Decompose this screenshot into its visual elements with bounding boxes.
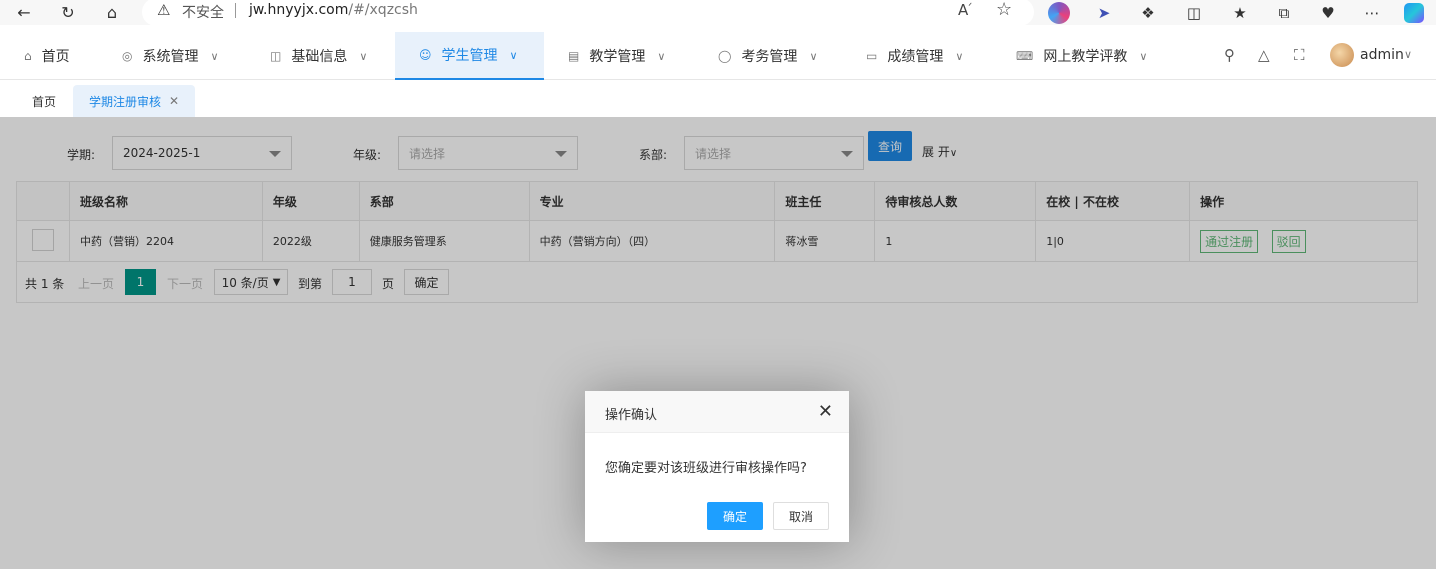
dialog-message: 您确定要对该班级进行审核操作吗?: [605, 461, 807, 476]
refresh-icon[interactable]: ↻: [56, 1, 80, 23]
browser-toolbar: ← ↻ ⌂ ⚠ 不安全 jw.hnyyjx.com/#/xqzcsh Aᐟ ☆ …: [0, 0, 1436, 26]
theme-shirt-icon[interactable]: △: [1258, 46, 1270, 64]
monitor-icon: ▭: [866, 49, 878, 63]
settings-icon: ◎: [122, 49, 133, 63]
dialog-title: 操作确认: [605, 408, 658, 423]
nav-item-evaluation[interactable]: ⌨ 网上教学评教 ∨: [1008, 32, 1155, 80]
nav-item-basic-info[interactable]: ◫ 基础信息 ∨: [262, 32, 375, 80]
circle-icon: ◯: [718, 49, 732, 63]
chevron-down-icon: ∨: [1139, 49, 1148, 63]
cancel-button[interactable]: 取消: [773, 502, 829, 530]
extension-bird-icon[interactable]: ➤: [1092, 1, 1116, 25]
nav-item-teaching[interactable]: ▤ 教学管理 ∨: [560, 32, 673, 80]
insecure-label: 不安全: [182, 5, 224, 21]
tab-label: 学期注册审核: [89, 94, 162, 109]
tab-home[interactable]: 首页: [16, 85, 72, 117]
address-separator: [235, 3, 236, 18]
fullscreen-icon[interactable]: ⛶: [1294, 46, 1305, 64]
nav-item-label: 考务管理: [741, 49, 798, 65]
home-icon[interactable]: ⌂: [100, 1, 124, 23]
home-icon: ⌂: [24, 49, 32, 63]
user-icon: ☺: [419, 48, 432, 62]
avatar[interactable]: [1330, 43, 1354, 67]
nav-item-label: 系统管理: [142, 49, 199, 65]
address-bar[interactable]: ⚠ 不安全 jw.hnyyjx.com/#/xqzcsh Aᐟ ☆: [142, 0, 1034, 26]
nav-item-grades[interactable]: ▭ 成绩管理 ∨: [858, 32, 971, 80]
url-path: /#/xqzcsh: [348, 2, 418, 18]
copilot-icon[interactable]: [1402, 1, 1426, 25]
nav-item-label: 网上教学评教: [1043, 49, 1128, 65]
chevron-down-icon: ∨: [657, 49, 666, 63]
split-screen-icon[interactable]: ◫: [1182, 1, 1206, 25]
nav-item-label: 教学管理: [589, 49, 646, 65]
chevron-down-icon[interactable]: ∨: [1404, 48, 1412, 61]
template-icon: ▤: [568, 49, 580, 63]
layout-icon: ◫: [270, 49, 282, 63]
user-name[interactable]: admin: [1360, 47, 1404, 63]
nav-item-exam[interactable]: ◯ 考务管理 ∨: [710, 32, 826, 80]
confirm-dialog: 操作确认 ✕ 您确定要对该班级进行审核操作吗? 确定 取消: [585, 391, 849, 542]
nav-item-label: 首页: [41, 49, 70, 65]
back-icon[interactable]: ←: [12, 1, 36, 23]
chevron-down-icon: ∨: [955, 49, 964, 63]
read-aloud-icon[interactable]: Aᐟ: [958, 1, 972, 19]
more-menu-icon[interactable]: ⋯: [1360, 1, 1384, 25]
collections-icon[interactable]: ⧉: [1272, 1, 1296, 25]
chevron-down-icon: ∨: [210, 49, 219, 63]
nav-item-label: 成绩管理: [887, 49, 944, 65]
favorite-star-icon[interactable]: ☆: [996, 0, 1012, 20]
favorites-icon[interactable]: ★: [1228, 1, 1252, 25]
chevron-down-icon: ∨: [359, 49, 368, 63]
url-text[interactable]: jw.hnyyjx.com/#/xqzcsh: [249, 2, 418, 18]
nav-item-system[interactable]: ◎ 系统管理 ∨: [114, 32, 227, 80]
nav-item-label: 学生管理: [441, 48, 498, 64]
page-tabs: 首页 学期注册审核 ✕: [0, 81, 1436, 117]
tab-label: 首页: [32, 94, 57, 109]
tab-term-registration-audit[interactable]: 学期注册审核 ✕: [73, 85, 196, 117]
extensions-puzzle-icon[interactable]: ❖: [1136, 1, 1160, 25]
warning-icon: ⚠: [157, 1, 171, 19]
chevron-down-icon: ∨: [509, 48, 518, 62]
extension-colorful-icon[interactable]: [1047, 1, 1071, 25]
browser-essentials-icon[interactable]: ♥: [1316, 1, 1340, 25]
nav-item-label: 基础信息: [291, 49, 348, 65]
confirm-button[interactable]: 确定: [707, 502, 763, 530]
dialog-header: 操作确认 ✕: [585, 391, 849, 433]
search-icon[interactable]: ⚲: [1224, 46, 1235, 64]
main-nav: ⌂ 首页 ◎ 系统管理 ∨ ◫ 基础信息 ∨ ☺ 学生管理 ∨ ▤ 教学管理 ∨…: [0, 32, 1436, 80]
close-icon[interactable]: ✕: [169, 94, 179, 108]
code-icon: ⌨: [1016, 49, 1034, 63]
nav-item-student[interactable]: ☺ 学生管理 ∨: [395, 32, 544, 80]
url-host: jw.hnyyjx.com: [249, 2, 349, 18]
chevron-down-icon: ∨: [809, 49, 818, 63]
close-icon[interactable]: ✕: [818, 401, 833, 422]
nav-item-home[interactable]: ⌂ 首页: [16, 32, 78, 80]
